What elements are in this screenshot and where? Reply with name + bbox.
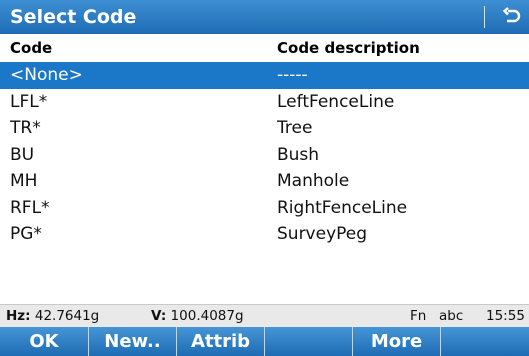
hz-readout: Hz: 42.7641g — [6, 308, 99, 324]
list-item[interactable]: TR* Tree — [0, 115, 529, 142]
description-cell: Tree — [277, 118, 313, 138]
v-label: V: — [151, 308, 167, 324]
description-cell: Manhole — [277, 171, 350, 191]
v-readout: V: 100.4087g — [151, 308, 244, 324]
code-cell: <None> — [10, 65, 83, 85]
v-value: 100.4087g — [170, 308, 244, 324]
description-cell: LeftFenceLine — [277, 91, 395, 112]
column-header-code[interactable]: Code — [10, 39, 52, 57]
fn-indicator: Fn — [410, 308, 427, 324]
description-cell: Bush — [277, 144, 320, 165]
more-button[interactable]: More — [353, 327, 441, 356]
description-cell: RightFenceLine — [277, 197, 408, 218]
hz-label: Hz: — [6, 308, 31, 324]
back-button[interactable] — [495, 0, 529, 34]
code-list[interactable]: <None> ----- LFL* LeftFenceLine TR* Tree… — [0, 62, 529, 248]
f6-button[interactable] — [441, 327, 529, 356]
code-cell: MH — [10, 171, 38, 191]
input-mode-indicator: abc — [439, 308, 464, 324]
attrib-button[interactable]: Attrib — [177, 327, 265, 356]
hz-value: 42.7641g — [34, 308, 100, 324]
code-cell: PG* — [10, 224, 42, 244]
ok-button[interactable]: OK — [0, 327, 89, 356]
column-header-description[interactable]: Code description — [277, 39, 420, 57]
window-title: Select Code — [10, 6, 137, 28]
description-cell: SurveyPeg — [277, 224, 368, 244]
code-cell: BU — [10, 144, 35, 165]
code-cell: LFL* — [10, 91, 48, 112]
f4-button[interactable] — [265, 327, 353, 356]
list-item[interactable]: BU Bush — [0, 142, 529, 169]
description-cell: ----- — [277, 65, 308, 85]
function-key-bar: OK New.. Attrib More — [0, 327, 529, 356]
new-button[interactable]: New.. — [89, 327, 177, 356]
title-bar: Select Code — [0, 0, 529, 34]
list-item[interactable]: RFL* RightFenceLine — [0, 195, 529, 222]
clock: 15:55 — [486, 308, 525, 324]
list-item[interactable]: LFL* LeftFenceLine — [0, 89, 529, 116]
list-item-none[interactable]: <None> ----- — [0, 62, 529, 89]
code-cell: TR* — [10, 118, 41, 138]
list-item[interactable]: MH Manhole — [0, 168, 529, 195]
column-header: Code Code description — [0, 34, 529, 62]
list-item[interactable]: PG* SurveyPeg — [0, 221, 529, 248]
back-arrow-icon — [502, 7, 521, 23]
title-divider — [484, 6, 485, 28]
code-cell: RFL* — [10, 197, 50, 218]
status-bar: Hz: 42.7641g V: 100.4087g Fn abc 15:55 — [0, 304, 529, 327]
